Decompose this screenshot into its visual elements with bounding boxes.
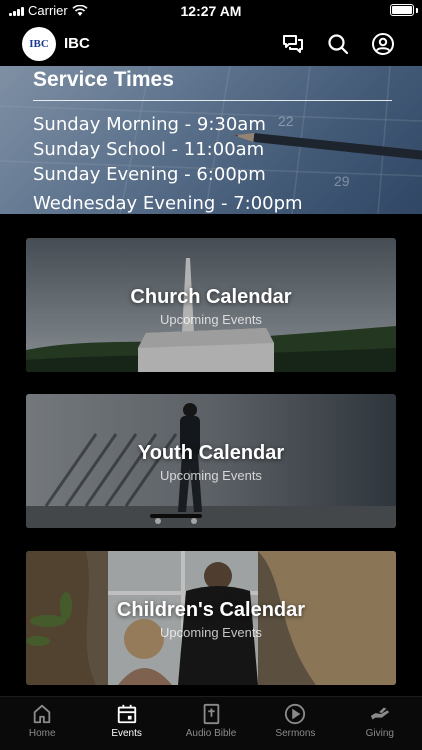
card-title: Children's Calendar <box>116 599 306 621</box>
childrens-calendar-card[interactable]: Children's Calendar Upcoming Events <box>26 551 396 685</box>
service-time-line: Sunday Morning - 9:30am <box>33 114 266 135</box>
banner-divider <box>33 100 392 101</box>
giving-icon <box>370 707 389 720</box>
tab-bar: Home Events Audio Bible Sermons Giving <box>0 696 422 750</box>
home-icon <box>33 704 51 724</box>
bible-icon <box>203 703 220 725</box>
search-icon[interactable] <box>326 32 350 56</box>
tab-label: Giving <box>365 728 394 739</box>
battery-tip <box>416 8 418 13</box>
status-time: 12:27 AM <box>180 3 242 19</box>
service-time-line: Sunday Evening - 6:00pm <box>33 164 266 185</box>
tab-home[interactable]: Home <box>0 697 84 750</box>
church-logo[interactable]: IBC <box>22 27 56 61</box>
tab-label: Home <box>28 728 56 739</box>
tab-audio-bible[interactable]: Audio Bible <box>169 697 253 750</box>
play-icon <box>285 703 306 725</box>
account-icon[interactable] <box>371 32 395 56</box>
service-time-line: Wednesday Evening - 7:00pm <box>33 193 303 214</box>
card-title: Youth Calendar <box>137 442 285 464</box>
tab-label: Events <box>111 728 142 739</box>
card-subtitle: Upcoming Events <box>160 625 262 640</box>
church-calendar-card[interactable]: Church Calendar Upcoming Events <box>26 238 396 372</box>
service-time-line: Sunday School - 11:00am <box>33 139 265 160</box>
app-header: IBC IBC <box>0 22 422 66</box>
card-subtitle: Upcoming Events <box>160 312 262 327</box>
tab-giving[interactable]: Giving <box>338 697 422 750</box>
messages-icon[interactable] <box>281 32 305 56</box>
card-subtitle: Upcoming Events <box>160 468 262 483</box>
tab-label: Sermons <box>275 728 316 739</box>
calendar-number: 29 <box>334 173 350 189</box>
card-title: Church Calendar <box>130 286 292 308</box>
banner-title: Service Times <box>33 68 174 91</box>
youth-calendar-card[interactable]: Youth Calendar Upcoming Events <box>26 394 396 528</box>
app-title: IBC <box>64 35 90 52</box>
calendar-icon <box>117 704 136 724</box>
tab-events[interactable]: Events <box>84 697 168 750</box>
status-bar: Carrier 12:27 AM <box>0 0 422 22</box>
service-times-banner[interactable]: 22 29 Service Times Sunday Morning - 9:3… <box>0 66 422 214</box>
calendar-number: 22 <box>278 113 294 129</box>
tab-label: Audio Bible <box>185 728 237 739</box>
battery-icon <box>390 4 414 16</box>
tab-sermons[interactable]: Sermons <box>253 697 337 750</box>
